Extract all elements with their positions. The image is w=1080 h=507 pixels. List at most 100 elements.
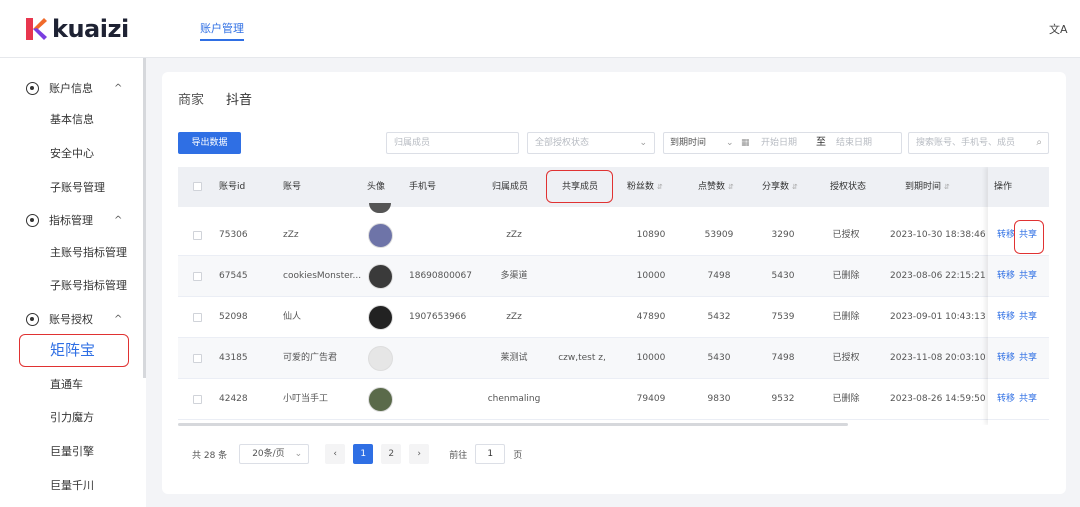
tab-douyin[interactable]: 抖音 xyxy=(226,89,252,108)
sidebar-item-juliang-yinqing[interactable]: 巨量引擎 xyxy=(50,443,94,459)
start-date-input[interactable]: 开始日期 xyxy=(761,133,797,153)
sidebar-group-authorization[interactable]: 账号授权 ^ xyxy=(26,311,122,327)
highlight-share-action xyxy=(1014,220,1044,254)
table-row: 43185 可爱的广告君 莱测试 czw,test z, 10000 5430 7498 已授… xyxy=(178,338,1049,379)
sort-icon: ⇵ xyxy=(728,183,734,191)
settings-circle-icon xyxy=(26,81,39,95)
sidebar-group-metrics[interactable]: 指标管理 ^ xyxy=(26,212,122,228)
member-select-placeholder: 归属成员 xyxy=(394,138,431,148)
sort-icon: ⇵ xyxy=(944,183,950,191)
table-row: 75306 zZz zZz 10890 53909 3290 已授权 2023-10-30 1… xyxy=(178,215,1049,256)
chevron-down-icon: ⌄ xyxy=(639,138,647,148)
sidebar-group-label: 账户信息 xyxy=(49,82,93,95)
calendar-icon: ▦ xyxy=(741,138,750,148)
account-cell: 小叮当手工 xyxy=(283,394,329,404)
next-page-button[interactable]: › xyxy=(409,444,430,464)
table-row: 42428 小叮当手工 chenmaling 79409 9830 9532 已删除 2023… xyxy=(178,379,1049,420)
col-fans[interactable]: 粉丝数 ⇵ xyxy=(627,167,663,207)
search-icon: ⌕ xyxy=(1036,137,1042,148)
row-checkbox[interactable] xyxy=(193,231,202,240)
sidebar-item-main-metrics[interactable]: 主账号指标管理 xyxy=(50,244,127,260)
account-id-cell: 52098 xyxy=(219,312,248,322)
table-horizontal-scrollbar[interactable] xyxy=(178,423,848,426)
prev-page-button[interactable]: ‹ xyxy=(325,444,346,464)
col-shares[interactable]: 分享数 ⇵ xyxy=(762,167,798,207)
sort-icon: ⇵ xyxy=(657,183,663,191)
auth-status-cell: 已删除 xyxy=(832,271,860,281)
sidebar-item-security[interactable]: 安全中心 xyxy=(50,145,94,161)
chevron-up-icon: ^ xyxy=(114,214,123,226)
check-circle-icon xyxy=(26,312,39,326)
phone-cell: 1907653966 xyxy=(409,312,467,322)
table-row: 52098 仙人 1907653966 zZz 47890 5432 7539 已删除 2023… xyxy=(178,297,1049,338)
phone-cell: 18690800067 xyxy=(409,271,472,281)
select-all-checkbox[interactable] xyxy=(193,182,202,191)
row-checkbox[interactable] xyxy=(193,395,202,404)
expire-time-cell: 2023-10-30 18:38:46 xyxy=(890,230,986,240)
sidebar-item-sub-metrics[interactable]: 子账号指标管理 xyxy=(50,277,127,293)
col-phone: 手机号 xyxy=(409,182,437,192)
export-data-button[interactable]: 导出数据 xyxy=(178,132,241,154)
shared-members-cell xyxy=(542,379,622,420)
page-button-1[interactable]: 1 xyxy=(353,444,374,464)
expire-time-cell: 2023-08-26 14:59:50 xyxy=(890,394,986,404)
account-cell: cookiesMonster... xyxy=(283,271,362,281)
sidebar-item-zhitongche[interactable]: 直通车 xyxy=(50,376,83,392)
auth-status-select[interactable]: 全部授权状态 ⌄ xyxy=(527,132,655,154)
tab-merchant[interactable]: 商家 xyxy=(178,89,204,108)
col-owner: 归属成员 xyxy=(492,182,529,192)
chevron-down-icon: ⌄ xyxy=(294,449,303,459)
row-checkbox[interactable] xyxy=(193,313,202,322)
table-row: 67545 cookiesMonster... 18690800067 多渠道 1000… xyxy=(178,256,1049,297)
page-button-2[interactable]: 2 xyxy=(381,444,402,464)
expire-time-cell: 2023-09-01 10:43:13 xyxy=(890,312,986,322)
col-avatar: 头像 xyxy=(367,182,386,192)
search-input[interactable]: 搜索账号、手机号、成员 ⌕ xyxy=(908,132,1049,154)
goto-suffix: 页 xyxy=(513,450,523,461)
page-size-select[interactable]: 20条/页 ⌄ xyxy=(239,444,310,464)
col-expire-time[interactable]: 到期时间 ⇵ xyxy=(905,167,950,207)
shared-members-cell: czw,test z, xyxy=(558,353,606,363)
nav-account-management[interactable]: 账户管理 xyxy=(200,20,244,41)
account-cell: 可爱的广告君 xyxy=(283,353,338,363)
sidebar-item-juzhenbao[interactable]: 矩阵宝 xyxy=(19,334,129,367)
search-placeholder: 搜索账号、手机号、成员 xyxy=(916,138,1016,148)
account-id-cell: 43185 xyxy=(219,353,248,363)
row-checkbox[interactable] xyxy=(193,272,202,281)
sidebar-item-yinli-mofang[interactable]: 引力魔方 xyxy=(50,409,94,425)
col-likes-label: 点赞数 xyxy=(698,182,726,192)
account-id-cell: 67545 xyxy=(219,271,248,281)
auth-status-placeholder: 全部授权状态 xyxy=(535,138,590,148)
col-account-id: 账号id xyxy=(219,182,246,192)
top-bar: kuaizi 账户管理 文A xyxy=(0,0,1080,58)
avatar xyxy=(368,305,393,330)
account-cell: 仙人 xyxy=(283,312,302,322)
sidebar-item-basic-info[interactable]: 基本信息 xyxy=(50,111,94,127)
row-checkbox[interactable] xyxy=(193,354,202,363)
auth-status-cell: 已授权 xyxy=(832,353,860,363)
date-separator: 至 xyxy=(816,137,826,148)
chevron-up-icon: ^ xyxy=(114,82,123,94)
end-date-input[interactable]: 结束日期 xyxy=(836,133,872,153)
language-icon[interactable]: 文A xyxy=(1049,21,1068,37)
sidebar-item-subaccounts[interactable]: 子账号管理 xyxy=(50,179,105,195)
col-shares-label: 分享数 xyxy=(762,182,790,192)
sidebar-scrollbar[interactable] xyxy=(143,58,146,378)
date-range-picker[interactable]: 到期时间 ⌄ ▦ 开始日期 至 结束日期 xyxy=(663,132,902,154)
goto-page-input[interactable]: 1 xyxy=(475,444,506,464)
expire-time-cell: 2023-11-08 20:03:10 xyxy=(890,353,986,363)
sidebar-group-account-info[interactable]: 账户信息 ^ xyxy=(26,80,122,96)
date-type-select[interactable]: 到期时间 xyxy=(670,133,706,153)
accounts-table: 账号id 账号 头像 手机号 归属成员 共享成员 粉丝数 ⇵ 点赞数 ⇵ 分享数 ⇵ … xyxy=(178,167,1049,425)
account-id-cell: 42428 xyxy=(219,394,248,404)
total-count: 共 28 条 xyxy=(192,450,228,461)
avatar xyxy=(368,346,393,371)
sidebar-item-juliang-qianchuan[interactable]: 巨量千川 xyxy=(50,477,94,493)
logo-text: kuaizi xyxy=(52,15,129,43)
col-likes[interactable]: 点赞数 ⇵ xyxy=(698,167,734,207)
kuaizi-logo[interactable]: kuaizi xyxy=(24,14,129,44)
page-size-value: 20条/页 xyxy=(252,449,285,459)
pagination: 共 28 条 20条/页 ⌄ ‹ 1 2 › 前往 1 页 xyxy=(192,444,522,464)
member-select[interactable]: 归属成员 xyxy=(386,132,519,154)
goto-label: 前往 xyxy=(449,450,468,461)
